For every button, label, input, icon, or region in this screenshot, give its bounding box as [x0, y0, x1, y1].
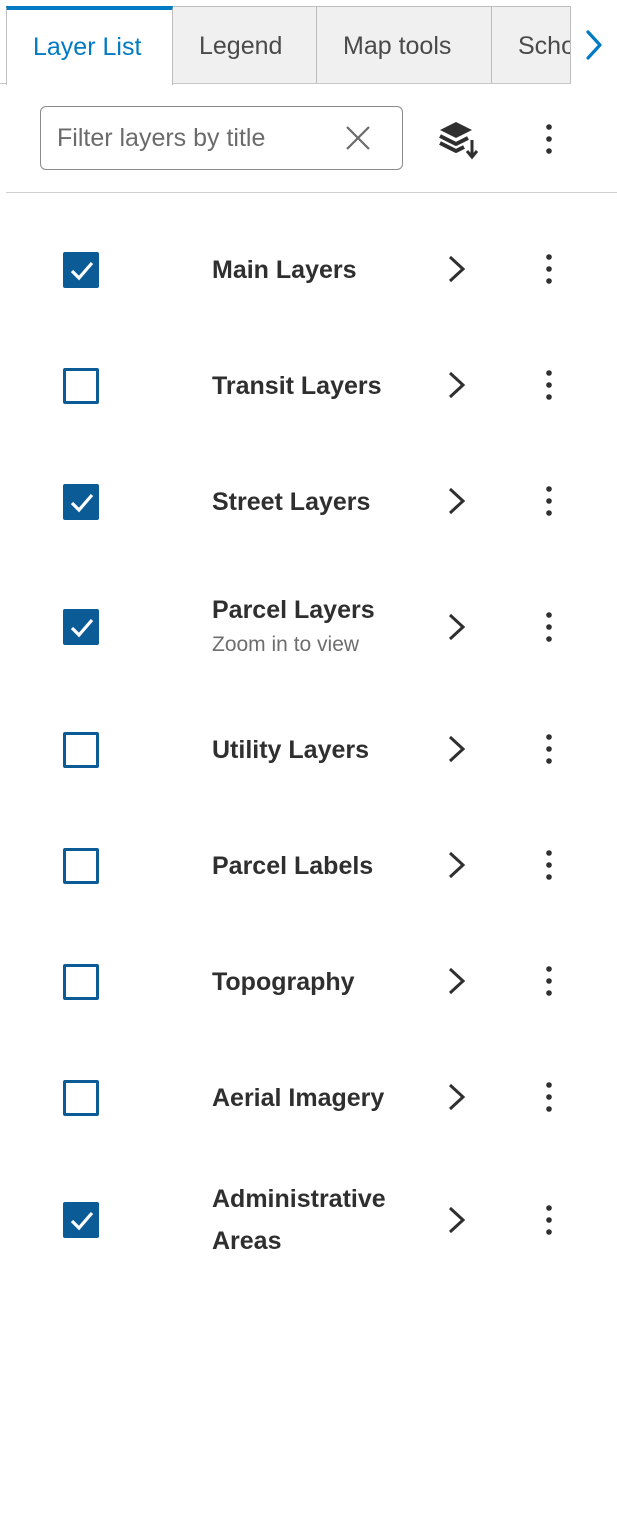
layer-list-toolbar: [0, 84, 617, 194]
layer-title: Topography: [212, 968, 355, 996]
layer-sort-button[interactable]: [438, 120, 479, 160]
layer-title: Parcel Labels: [212, 852, 374, 880]
layer-visibility-checkbox[interactable]: [63, 484, 99, 520]
chevron-right-icon[interactable]: [446, 850, 468, 880]
kebab-menu-icon[interactable]: [539, 367, 559, 403]
layer-title: Transit Layers: [212, 372, 382, 400]
chevron-right-icon[interactable]: [446, 1205, 468, 1235]
checkmark-icon: [70, 618, 94, 638]
layer-row[interactable]: Main Layers: [0, 234, 617, 304]
layer-visibility-checkbox[interactable]: [63, 368, 99, 404]
tab-map-tools[interactable]: Map tools: [316, 6, 492, 84]
kebab-menu-icon[interactable]: [539, 1202, 559, 1238]
layer-visibility-checkbox[interactable]: [63, 1080, 99, 1116]
chevron-right-icon[interactable]: [446, 966, 468, 996]
layer-title: Main Layers: [212, 256, 357, 284]
layer-title-line-2: Areas: [212, 1227, 282, 1255]
chevron-right-icon: [586, 30, 602, 60]
layer-title: Parcel Layers: [212, 596, 375, 624]
filter-input[interactable]: [57, 107, 337, 169]
layer-visibility-checkbox[interactable]: [63, 609, 99, 645]
layer-visibility-checkbox[interactable]: [63, 252, 99, 288]
layer-title: Aerial Imagery: [212, 1084, 385, 1112]
chevron-right-icon[interactable]: [446, 486, 468, 516]
checkmark-icon: [70, 261, 94, 281]
layer-row[interactable]: Parcel Layers Zoom in to view: [0, 582, 617, 678]
kebab-menu-icon[interactable]: [539, 251, 559, 287]
tab-layer-list[interactable]: Layer List: [6, 6, 173, 85]
layer-row[interactable]: Topography: [0, 946, 617, 1016]
chevron-right-icon[interactable]: [446, 734, 468, 764]
chevron-right-icon[interactable]: [446, 370, 468, 400]
toolbar-divider: [6, 192, 617, 193]
layers-sort-icon: [439, 122, 479, 160]
layer-visibility-checkbox[interactable]: [63, 1202, 99, 1238]
close-icon: [346, 126, 370, 150]
layer-title: Utility Layers: [212, 736, 370, 764]
layer-row[interactable]: Parcel Labels: [0, 830, 617, 900]
tab-legend[interactable]: Legend: [172, 6, 317, 84]
layer-row[interactable]: Aerial Imagery: [0, 1062, 617, 1132]
kebab-menu-icon: [546, 124, 552, 154]
chevron-right-icon[interactable]: [446, 254, 468, 284]
tab-scroll-right-button[interactable]: [570, 6, 617, 84]
clear-filter-button[interactable]: [344, 124, 372, 152]
toolbar-more-button[interactable]: [539, 121, 559, 157]
layer-title-line-1: Administrative: [212, 1185, 386, 1213]
layer-visibility-checkbox[interactable]: [63, 964, 99, 1000]
kebab-menu-icon[interactable]: [539, 847, 559, 883]
layer-row[interactable]: Transit Layers: [0, 350, 617, 420]
kebab-menu-icon[interactable]: [539, 483, 559, 519]
layer-row[interactable]: Utility Layers: [0, 714, 617, 784]
tab-bar: Layer List Legend Map tools Scho: [0, 0, 617, 85]
chevron-right-icon[interactable]: [446, 1082, 468, 1112]
kebab-menu-icon[interactable]: [539, 1079, 559, 1115]
chevron-right-icon[interactable]: [446, 612, 468, 642]
kebab-menu-icon[interactable]: [539, 609, 559, 645]
layer-subtitle: Zoom in to view: [212, 633, 360, 656]
layer-row[interactable]: Street Layers: [0, 466, 617, 536]
layer-row[interactable]: Administrative Areas: [0, 1178, 617, 1278]
checkmark-icon: [70, 493, 94, 513]
layer-title: Street Layers: [212, 488, 371, 516]
kebab-menu-icon[interactable]: [539, 731, 559, 767]
checkmark-icon: [70, 1211, 94, 1231]
layer-visibility-checkbox[interactable]: [63, 732, 99, 768]
kebab-menu-icon[interactable]: [539, 963, 559, 999]
tab-schools[interactable]: Scho: [491, 6, 581, 84]
layer-visibility-checkbox[interactable]: [63, 848, 99, 884]
filter-box: [40, 106, 403, 170]
